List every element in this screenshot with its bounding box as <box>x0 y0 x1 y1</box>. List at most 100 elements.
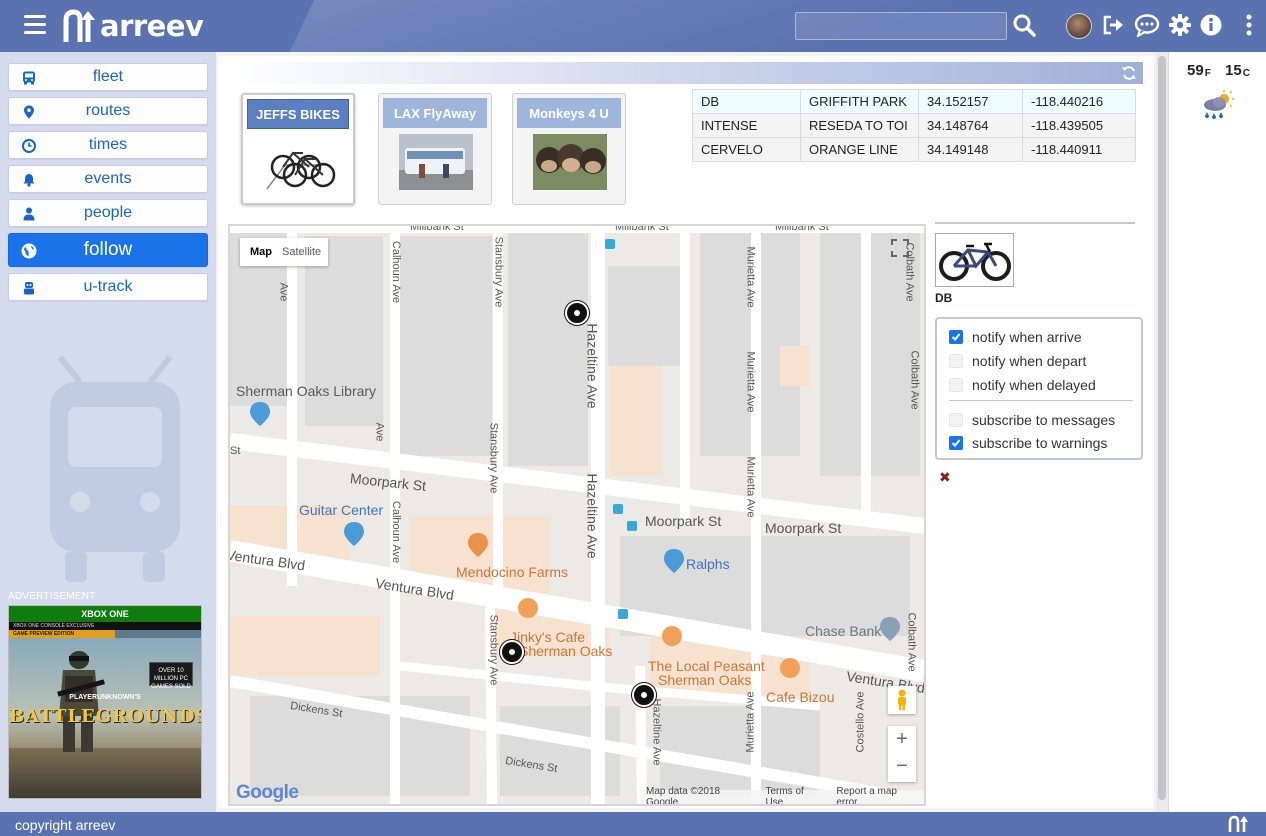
signout-icon[interactable] <box>1101 12 1127 38</box>
option-subscribe-messages[interactable]: subscribe to messages <box>949 411 1115 429</box>
bell-icon <box>21 172 37 188</box>
ad-edition: GAME PREVIEW EDITION <box>9 630 115 638</box>
option-label: subscribe to messages <box>972 412 1116 428</box>
place-label[interactable]: Chase Bank <box>805 623 881 639</box>
footer: copyright arreev <box>0 812 1266 836</box>
option-label: notify when arrive <box>972 329 1082 345</box>
bikes-image <box>266 151 336 190</box>
notification-options: notify when arrive notify when depart no… <box>935 317 1143 460</box>
chat-icon[interactable] <box>1134 12 1160 38</box>
map-type-satellite-button[interactable]: Satellite <box>282 246 321 258</box>
robot-icon <box>21 280 37 296</box>
sidebar-item-events[interactable]: events <box>8 165 208 193</box>
sidebar-item-people[interactable]: people <box>8 199 208 227</box>
table-row[interactable]: CERVELO ORANGE LINE 34.149148 -118.44091… <box>692 137 1136 162</box>
arreev-logo-icon[interactable] <box>1228 815 1250 833</box>
fleet-card-title: LAX FlyAway <box>383 98 487 128</box>
unit-lat: 34.148764 <box>918 113 1023 138</box>
place-label[interactable]: Sherman Oaks Library <box>236 383 376 399</box>
street-label: Millbank St <box>775 224 829 233</box>
unit-marker-cervelo[interactable] <box>632 683 656 707</box>
terms-link[interactable]: Terms of Use <box>765 786 822 804</box>
street-label: Stansbury Ave <box>487 422 500 494</box>
option-notify-depart[interactable]: notify when depart <box>949 352 1086 370</box>
street-label: Murietta Ave <box>744 246 757 308</box>
table-row[interactable]: INTENSE RESEDA TO TOI 34.148764 -118.439… <box>692 113 1136 138</box>
sidebar-item-label: fleet <box>92 68 124 85</box>
close-icon[interactable]: ✖ <box>939 469 951 486</box>
app-logo[interactable]: arreev <box>62 6 204 46</box>
place-label[interactable]: Guitar Center <box>299 502 383 518</box>
place-label[interactable]: Sherman Oaks <box>519 643 612 659</box>
street-label: Hazeltine Ave <box>584 323 601 409</box>
google-logo: Google <box>236 782 299 803</box>
option-subscribe-warnings[interactable]: subscribe to warnings <box>949 434 1107 452</box>
advertisement-banner[interactable]: XBOX ONE XBOX ONE CONSOLE EXCLUSIVE GAME… <box>8 605 202 799</box>
unit-route: GRIFFITH PARK <box>800 89 919 114</box>
zoom-in-button[interactable]: + <box>896 726 908 754</box>
search-icon[interactable] <box>1011 12 1037 38</box>
checkbox-unchecked[interactable] <box>949 354 963 368</box>
map-type-map-button[interactable]: Map <box>240 246 282 258</box>
report-error-link[interactable]: Report a map error <box>836 786 918 804</box>
option-notify-arrive[interactable]: notify when arrive <box>949 328 1082 346</box>
top-bar: arreev <box>0 0 1266 52</box>
place-label[interactable]: Sherman Oaks <box>658 672 751 688</box>
fleet-card-lax-flyaway[interactable]: LAX FlyAway <box>378 93 492 205</box>
search-input[interactable] <box>795 12 1007 40</box>
option-notify-delayed[interactable]: notify when delayed <box>949 376 1096 394</box>
bus-icon <box>21 70 37 86</box>
option-label: notify when depart <box>972 353 1087 369</box>
menu-icon[interactable] <box>24 15 46 35</box>
fleet-card-jeffs-bikes[interactable]: JEFFS BIKES <box>241 93 355 205</box>
unit-marker-db[interactable] <box>565 301 589 325</box>
checkbox-unchecked[interactable] <box>949 378 963 392</box>
map[interactable]: Millbank St Millbank St Millbank St Ave … <box>228 224 926 806</box>
option-label: notify when delayed <box>972 377 1096 393</box>
checkbox-checked[interactable] <box>949 330 963 344</box>
avatar[interactable] <box>1066 13 1092 39</box>
unit-route: ORANGE LINE <box>800 137 919 162</box>
bus-watermark-icon <box>50 355 180 582</box>
advertisement-label: ADVERTISEMENT <box>8 591 96 602</box>
checkbox-unchecked[interactable] <box>949 413 963 427</box>
map-attribution: Map data ©2018 Google Terms of Use Repor… <box>640 786 924 804</box>
ad-subtitle: PLAYERUNKNOWN'S <box>69 694 141 701</box>
sidebar-item-times[interactable]: times <box>8 131 208 159</box>
unit-thumbnail[interactable] <box>935 233 1014 287</box>
ad-title: BATTLEGROUNDS <box>9 706 202 727</box>
option-label: subscribe to warnings <box>972 435 1108 451</box>
refresh-bar <box>228 62 1143 84</box>
street-label: Millbank St <box>615 224 669 233</box>
zoom-out-button[interactable]: − <box>896 754 908 782</box>
place-label[interactable]: Mendocino Farms <box>456 564 568 580</box>
ad-strip: XBOX ONE CONSOLE EXCLUSIVE <box>9 622 201 630</box>
unit-name-label: DB <box>935 291 953 305</box>
pegman-icon[interactable] <box>888 686 916 714</box>
sidebar-item-fleet[interactable]: fleet <box>8 63 208 91</box>
sidebar-item-follow[interactable]: follow <box>8 233 208 267</box>
main-scrollbar[interactable] <box>1156 52 1168 812</box>
zoom-control: + − <box>888 726 916 782</box>
sidebar-item-u-track[interactable]: u-track <box>8 273 208 301</box>
fleet-card-monkeys-4-u[interactable]: Monkeys 4 U <box>512 93 626 205</box>
info-icon[interactable] <box>1198 12 1224 38</box>
checkbox-checked[interactable] <box>949 436 963 450</box>
place-label[interactable]: Cafe Bizou <box>766 689 834 705</box>
map-type-control: Map Satellite <box>240 238 328 266</box>
sidebar-item-routes[interactable]: routes <box>8 97 208 125</box>
table-row[interactable]: DB GRIFFITH PARK 34.152157 -118.440216 <box>692 89 1136 114</box>
more-vertical-icon[interactable] <box>1236 12 1262 38</box>
unit-name: CERVELO <box>692 137 801 162</box>
unit-marker-intense[interactable] <box>500 640 524 664</box>
unit-lng: -118.440216 <box>1022 89 1136 114</box>
ad-badge: OVER 10 MILLION PC GAMES SOLD <box>149 662 193 690</box>
place-label[interactable]: Ralphs <box>686 556 730 572</box>
street-label: Moorpark St <box>645 513 722 529</box>
street-label: St <box>230 445 241 457</box>
unit-lng: -118.439505 <box>1022 113 1136 138</box>
gear-icon[interactable] <box>1167 12 1193 38</box>
refresh-icon[interactable] <box>1121 65 1137 81</box>
street-label: Colbath Ave <box>905 612 918 672</box>
fullscreen-icon[interactable] <box>886 234 914 262</box>
